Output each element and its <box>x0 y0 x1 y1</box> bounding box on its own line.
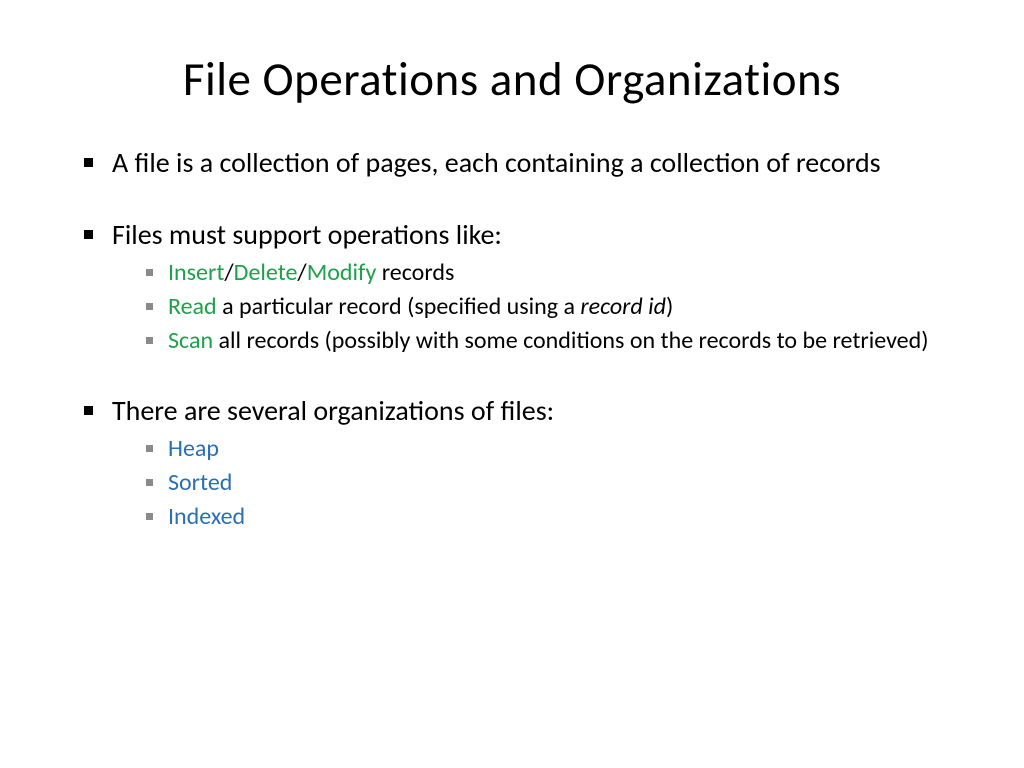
bullet-text: A file is a collection of pages, each co… <box>112 145 881 180</box>
bullet-item: Files must support operations like: Inse… <box>84 218 954 356</box>
sub-item: Scan all records (possibly with some con… <box>146 326 954 356</box>
op-delete: Delete <box>234 258 298 287</box>
bullet-text: Files must support operations like: <box>112 217 502 252</box>
text: all records (possibly with some conditio… <box>213 326 928 355</box>
sub-item: Sorted <box>146 468 954 498</box>
bullet-item: There are several organizations of files… <box>84 394 954 532</box>
op-modify: Modify <box>307 258 377 287</box>
slash: / <box>224 258 233 287</box>
org-indexed: Indexed <box>168 502 245 531</box>
text: records <box>376 258 454 287</box>
slide-title: File Operations and Organizations <box>70 50 954 108</box>
op-scan: Scan <box>168 326 213 355</box>
record-id: record id <box>580 292 666 321</box>
sub-list: Heap Sorted Indexed <box>112 434 954 532</box>
op-read: Read <box>168 292 217 321</box>
bullet-text: There are several organizations of files… <box>112 393 554 428</box>
sub-item: Insert/Delete/Modify records <box>146 258 954 288</box>
org-heap: Heap <box>168 434 219 463</box>
sub-item: Heap <box>146 434 954 464</box>
bullet-list: A file is a collection of pages, each co… <box>70 146 954 532</box>
sub-item: Read a particular record (specified usin… <box>146 292 954 322</box>
sub-item: Indexed <box>146 502 954 532</box>
sub-list: Insert/Delete/Modify records Read a part… <box>112 258 954 356</box>
org-sorted: Sorted <box>168 468 232 497</box>
op-insert: Insert <box>168 258 224 287</box>
text: a particular record (specified using a <box>217 292 581 321</box>
slash: / <box>297 258 306 287</box>
bullet-item: A file is a collection of pages, each co… <box>84 146 954 180</box>
text: ) <box>666 292 673 321</box>
